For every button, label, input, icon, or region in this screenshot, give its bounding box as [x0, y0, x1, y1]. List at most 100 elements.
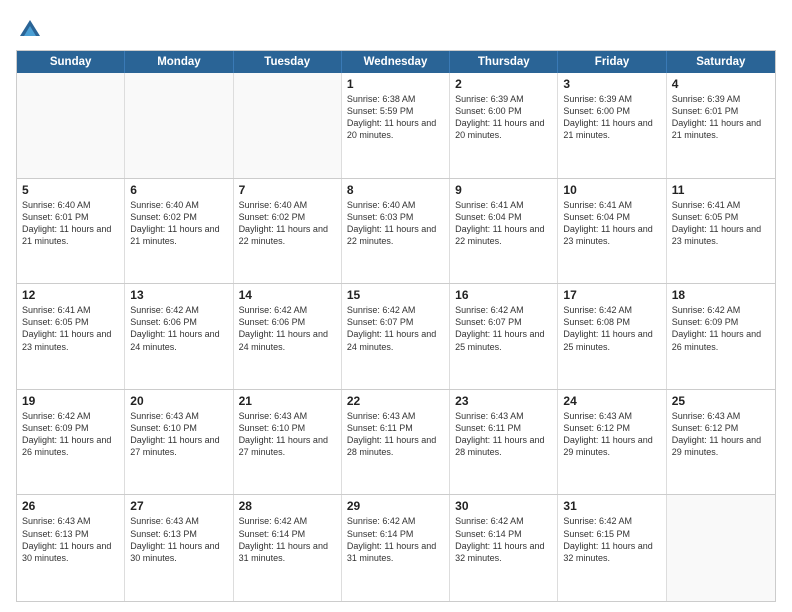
calendar-day-empty	[17, 73, 125, 178]
calendar-day-23: 23 Sunrise: 6:43 AMSunset: 6:11 PMDayligh…	[450, 390, 558, 495]
calendar-day-empty	[234, 73, 342, 178]
header-day-saturday: Saturday	[667, 51, 775, 73]
calendar: SundayMondayTuesdayWednesdayThursdayFrid…	[16, 50, 776, 602]
calendar-week-4: 19 Sunrise: 6:42 AMSunset: 6:09 PMDayligh…	[17, 390, 775, 496]
header-day-thursday: Thursday	[450, 51, 558, 73]
day-info: Sunrise: 6:43 AMSunset: 6:12 PMDaylight:…	[672, 410, 770, 459]
day-info: Sunrise: 6:40 AMSunset: 6:03 PMDaylight:…	[347, 199, 444, 248]
calendar-day-8: 8 Sunrise: 6:40 AMSunset: 6:03 PMDaylight…	[342, 179, 450, 284]
day-info: Sunrise: 6:42 AMSunset: 6:14 PMDaylight:…	[455, 515, 552, 564]
calendar-day-2: 2 Sunrise: 6:39 AMSunset: 6:00 PMDaylight…	[450, 73, 558, 178]
day-info: Sunrise: 6:42 AMSunset: 6:06 PMDaylight:…	[239, 304, 336, 353]
day-number: 9	[455, 183, 552, 197]
day-number: 28	[239, 499, 336, 513]
calendar-week-3: 12 Sunrise: 6:41 AMSunset: 6:05 PMDayligh…	[17, 284, 775, 390]
header-day-tuesday: Tuesday	[234, 51, 342, 73]
calendar-day-4: 4 Sunrise: 6:39 AMSunset: 6:01 PMDaylight…	[667, 73, 775, 178]
calendar-day-20: 20Sunrise: 6:43 AMSunset: 6:10 PMDayligh…	[125, 390, 233, 495]
day-info: Sunrise: 6:42 AMSunset: 6:08 PMDaylight:…	[563, 304, 660, 353]
day-number: 29	[347, 499, 444, 513]
day-info: Sunrise: 6:43 AMSunset: 6:10 PMDaylight:…	[239, 410, 336, 459]
header-day-wednesday: Wednesday	[342, 51, 450, 73]
day-info: Sunrise: 6:42 AMSunset: 6:14 PMDaylight:…	[347, 515, 444, 564]
calendar-day-26: 26Sunrise: 6:43 AMSunset: 6:13 PMDayligh…	[17, 495, 125, 601]
calendar-day-1: 1 Sunrise: 6:38 AMSunset: 5:59 PMDaylight…	[342, 73, 450, 178]
day-number: 5	[22, 183, 119, 197]
day-info: Sunrise: 6:43 AMSunset: 6:13 PMDaylight:…	[22, 515, 119, 564]
day-info: Sunrise: 6:39 AMSunset: 6:00 PMDaylight:…	[563, 93, 660, 142]
day-number: 7	[239, 183, 336, 197]
day-info: Sunrise: 6:40 AMSunset: 6:02 PMDaylight:…	[130, 199, 227, 248]
day-info: Sunrise: 6:39 AMSunset: 6:00 PMDaylight:…	[455, 93, 552, 142]
calendar-day-17: 17 Sunrise: 6:42 AMSunset: 6:08 PMDayligh…	[558, 284, 666, 389]
calendar-day-13: 13Sunrise: 6:42 AMSunset: 6:06 PMDayligh…	[125, 284, 233, 389]
day-info: Sunrise: 6:41 AMSunset: 6:05 PMDaylight:…	[672, 199, 770, 248]
day-number: 22	[347, 394, 444, 408]
day-number: 4	[672, 77, 770, 91]
day-info: Sunrise: 6:42 AMSunset: 6:09 PMDaylight:…	[22, 410, 119, 459]
calendar-day-28: 28 Sunrise: 6:42 AMSunset: 6:14 PMDayligh…	[234, 495, 342, 601]
logo-icon	[16, 16, 44, 44]
day-number: 31	[563, 499, 660, 513]
day-number: 12	[22, 288, 119, 302]
day-number: 14	[239, 288, 336, 302]
calendar-week-5: 26Sunrise: 6:43 AMSunset: 6:13 PMDayligh…	[17, 495, 775, 601]
calendar-day-19: 19 Sunrise: 6:42 AMSunset: 6:09 PMDayligh…	[17, 390, 125, 495]
calendar-day-24: 24 Sunrise: 6:43 AMSunset: 6:12 PMDayligh…	[558, 390, 666, 495]
calendar-day-12: 12 Sunrise: 6:41 AMSunset: 6:05 PMDayligh…	[17, 284, 125, 389]
calendar-day-21: 21 Sunrise: 6:43 AMSunset: 6:10 PMDayligh…	[234, 390, 342, 495]
calendar-day-10: 10 Sunrise: 6:41 AMSunset: 6:04 PMDayligh…	[558, 179, 666, 284]
calendar-day-14: 14 Sunrise: 6:42 AMSunset: 6:06 PMDayligh…	[234, 284, 342, 389]
day-number: 24	[563, 394, 660, 408]
day-info: Sunrise: 6:42 AMSunset: 6:09 PMDaylight:…	[672, 304, 770, 353]
day-number: 2	[455, 77, 552, 91]
day-number: 1	[347, 77, 444, 91]
day-info: Sunrise: 6:42 AMSunset: 6:15 PMDaylight:…	[563, 515, 660, 564]
calendar-day-30: 30 Sunrise: 6:42 AMSunset: 6:14 PMDayligh…	[450, 495, 558, 601]
day-info: Sunrise: 6:40 AMSunset: 6:01 PMDaylight:…	[22, 199, 119, 248]
calendar-day-15: 15 Sunrise: 6:42 AMSunset: 6:07 PMDayligh…	[342, 284, 450, 389]
day-number: 10	[563, 183, 660, 197]
day-info: Sunrise: 6:38 AMSunset: 5:59 PMDaylight:…	[347, 93, 444, 142]
calendar-day-27: 27 Sunrise: 6:43 AMSunset: 6:13 PMDayligh…	[125, 495, 233, 601]
day-info: Sunrise: 6:43 AMSunset: 6:11 PMDaylight:…	[455, 410, 552, 459]
day-number: 25	[672, 394, 770, 408]
header-day-sunday: Sunday	[17, 51, 125, 73]
calendar-day-31: 31 Sunrise: 6:42 AMSunset: 6:15 PMDayligh…	[558, 495, 666, 601]
header	[16, 12, 776, 44]
day-info: Sunrise: 6:39 AMSunset: 6:01 PMDaylight:…	[672, 93, 770, 142]
day-info: Sunrise: 6:43 AMSunset: 6:12 PMDaylight:…	[563, 410, 660, 459]
day-number: 15	[347, 288, 444, 302]
day-info: Sunrise: 6:42 AMSunset: 6:14 PMDaylight:…	[239, 515, 336, 564]
day-number: 16	[455, 288, 552, 302]
calendar-day-empty	[667, 495, 775, 601]
day-number: 17	[563, 288, 660, 302]
calendar-day-11: 11 Sunrise: 6:41 AMSunset: 6:05 PMDayligh…	[667, 179, 775, 284]
calendar-week-1: 1 Sunrise: 6:38 AMSunset: 5:59 PMDaylight…	[17, 73, 775, 179]
calendar-day-9: 9Sunrise: 6:41 AMSunset: 6:04 PMDaylight…	[450, 179, 558, 284]
day-number: 11	[672, 183, 770, 197]
day-number: 30	[455, 499, 552, 513]
calendar-day-29: 29 Sunrise: 6:42 AMSunset: 6:14 PMDayligh…	[342, 495, 450, 601]
calendar-day-3: 3Sunrise: 6:39 AMSunset: 6:00 PMDaylight…	[558, 73, 666, 178]
day-number: 27	[130, 499, 227, 513]
day-number: 23	[455, 394, 552, 408]
day-info: Sunrise: 6:42 AMSunset: 6:07 PMDaylight:…	[455, 304, 552, 353]
calendar-body: 1 Sunrise: 6:38 AMSunset: 5:59 PMDaylight…	[17, 73, 775, 601]
day-number: 8	[347, 183, 444, 197]
day-info: Sunrise: 6:41 AMSunset: 6:05 PMDaylight:…	[22, 304, 119, 353]
day-number: 21	[239, 394, 336, 408]
day-info: Sunrise: 6:42 AMSunset: 6:07 PMDaylight:…	[347, 304, 444, 353]
day-number: 18	[672, 288, 770, 302]
day-info: Sunrise: 6:43 AMSunset: 6:13 PMDaylight:…	[130, 515, 227, 564]
calendar-day-25: 25 Sunrise: 6:43 AMSunset: 6:12 PMDayligh…	[667, 390, 775, 495]
calendar-week-2: 5 Sunrise: 6:40 AMSunset: 6:01 PMDaylight…	[17, 179, 775, 285]
calendar-header: SundayMondayTuesdayWednesdayThursdayFrid…	[17, 51, 775, 73]
header-day-monday: Monday	[125, 51, 233, 73]
day-info: Sunrise: 6:43 AMSunset: 6:10 PMDaylight:…	[130, 410, 227, 459]
day-info: Sunrise: 6:41 AMSunset: 6:04 PMDaylight:…	[563, 199, 660, 248]
day-number: 19	[22, 394, 119, 408]
calendar-day-22: 22Sunrise: 6:43 AMSunset: 6:11 PMDayligh…	[342, 390, 450, 495]
day-number: 13	[130, 288, 227, 302]
header-day-friday: Friday	[558, 51, 666, 73]
